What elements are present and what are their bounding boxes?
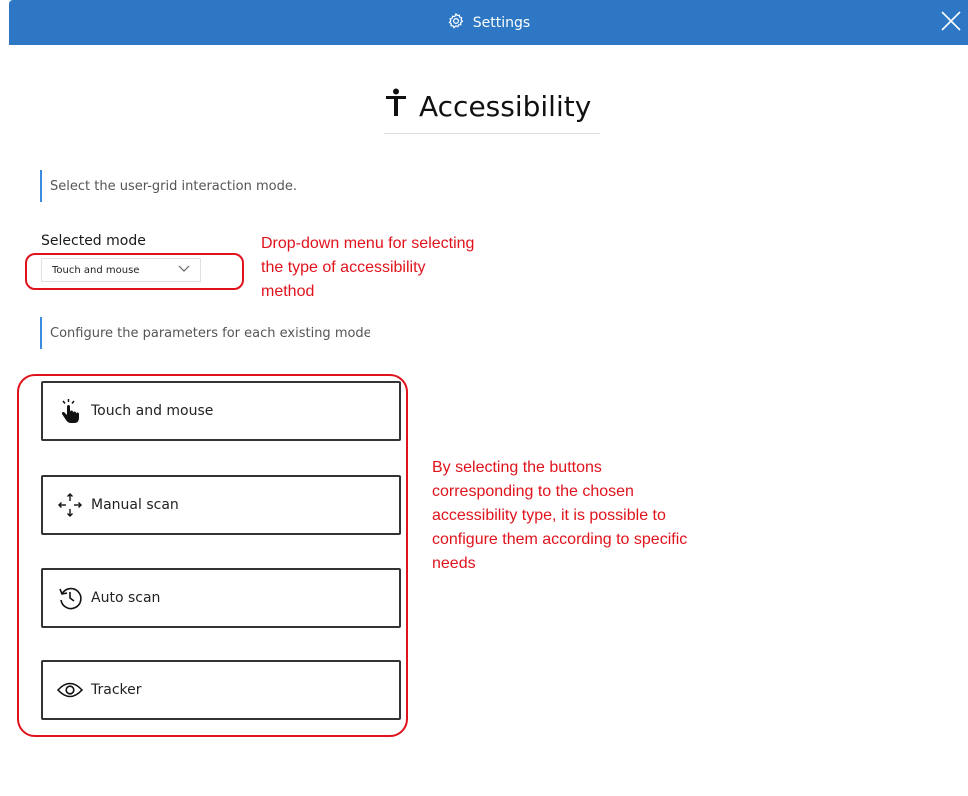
title-bar: Settings — [9, 0, 968, 45]
selected-mode-label: Selected mode — [41, 233, 146, 249]
window-title: Settings — [472, 14, 531, 31]
close-icon — [940, 10, 962, 36]
title-bar-content: Settings — [9, 0, 968, 45]
accessibility-person-icon — [385, 88, 407, 125]
page-title: Accessibility — [385, 78, 600, 134]
close-button[interactable] — [934, 6, 968, 40]
title-divider — [384, 133, 600, 134]
gear-icon — [447, 12, 465, 34]
configure-hint: Configure the parameters for each existi… — [40, 317, 370, 349]
buttons-highlight-box — [17, 374, 408, 737]
page-title-text: Accessibility — [419, 89, 592, 123]
interaction-hint: Select the user-grid interaction mode. — [40, 170, 370, 202]
buttons-annotation: By selecting the buttons corresponding t… — [432, 459, 688, 572]
dropdown-highlight-box — [25, 253, 244, 290]
dropdown-annotation: Drop-down menu for selecting the type of… — [261, 235, 475, 300]
